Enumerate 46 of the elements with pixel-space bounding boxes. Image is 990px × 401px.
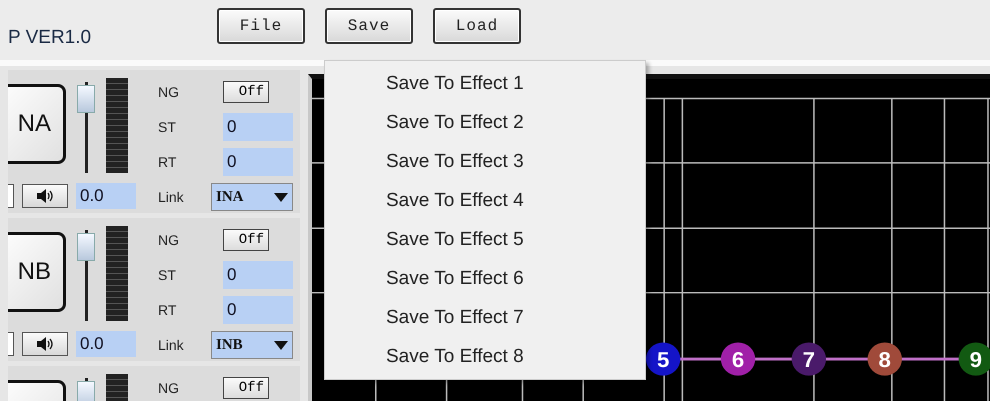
toolbar-button[interactable]: Load	[433, 8, 521, 44]
field-label: NG	[158, 83, 180, 102]
input-field[interactable]: 0	[223, 261, 293, 289]
input-field[interactable]: 0	[223, 148, 293, 176]
input-field[interactable]: 0	[223, 296, 293, 324]
caret-icon	[274, 192, 288, 202]
channel-button[interactable]: NA	[8, 84, 66, 164]
field-label: ST	[158, 118, 177, 137]
speaker-icon	[36, 337, 54, 351]
mute-button[interactable]	[22, 184, 68, 208]
fader-thumb[interactable]	[77, 380, 95, 401]
toolbar-button[interactable]: Save	[325, 8, 413, 44]
speaker-icon	[36, 189, 54, 203]
eq-node[interactable]: 8	[868, 342, 902, 376]
eq-node[interactable]: 9	[958, 342, 990, 376]
menu-item[interactable]: Save To Effect 7	[325, 298, 645, 337]
gain-field[interactable]: 0.0	[76, 183, 136, 209]
eq-node[interactable]: 6	[720, 342, 756, 376]
field-label: ST	[158, 266, 177, 285]
gain-field[interactable]: 0.0	[76, 331, 136, 357]
input-field[interactable]: 0	[223, 113, 293, 141]
menu-item[interactable]: Save To Effect 3	[325, 142, 645, 181]
toggle-button[interactable]: Off	[223, 81, 269, 103]
app-title: P VER1.0	[8, 27, 92, 49]
toggle-button[interactable]: Off	[223, 377, 269, 399]
menu-item[interactable]: Save To Effect 8	[325, 337, 645, 376]
caret-icon	[274, 340, 288, 350]
field-label: RT	[158, 301, 178, 320]
channel-button[interactable]: NB	[8, 232, 66, 312]
menu-item[interactable]: Save To Effect 4	[325, 181, 645, 220]
mute-button[interactable]	[22, 332, 68, 356]
eq-node[interactable]: 5	[646, 342, 680, 376]
field-label: NG	[158, 231, 180, 250]
field-label: NG	[158, 379, 180, 398]
fader-thumb[interactable]	[77, 232, 95, 261]
menu-item[interactable]: Save To Effect 1	[325, 64, 645, 103]
menu-item[interactable]: Save To Effect 2	[325, 103, 645, 142]
menu-item[interactable]: Save To Effect 5	[325, 220, 645, 259]
link-dropdown[interactable]: INB	[211, 331, 293, 359]
link-dropdown[interactable]: INA	[211, 183, 293, 211]
field-label: RT	[158, 153, 178, 172]
toggle-button[interactable]: Off	[223, 229, 269, 251]
eq-node[interactable]: 7	[792, 342, 826, 376]
fader-thumb[interactable]	[77, 84, 95, 113]
toolbar-button[interactable]: File	[217, 8, 305, 44]
menu-item[interactable]: Save To Effect 6	[325, 259, 645, 298]
